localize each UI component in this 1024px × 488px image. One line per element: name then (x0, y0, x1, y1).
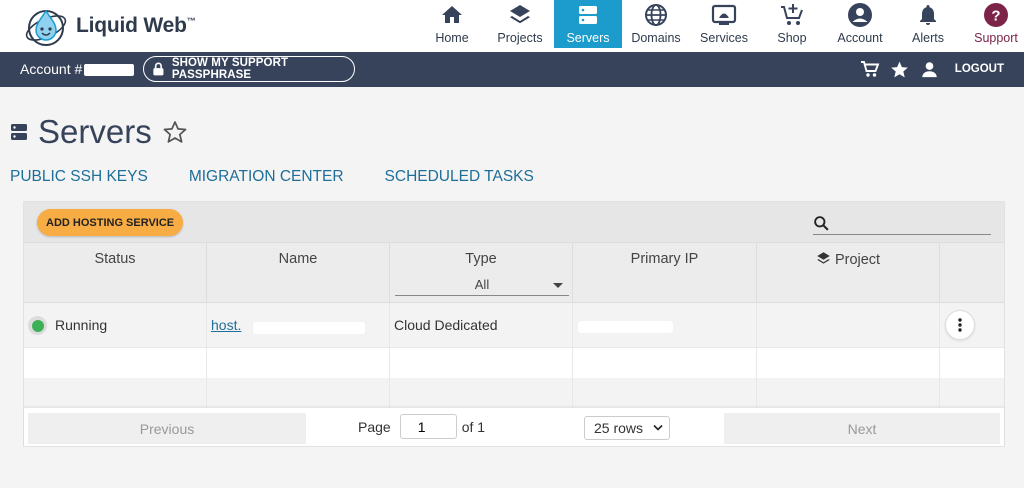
nav-account[interactable]: Account (826, 0, 894, 48)
search-box (813, 213, 991, 235)
column-name[interactable]: Name (207, 243, 390, 302)
logout-link[interactable]: LOGOUT (955, 63, 1004, 75)
nav-domains[interactable]: Domains (622, 0, 690, 48)
add-hosting-service-button[interactable]: ADD HOSTING SERVICE (37, 209, 184, 236)
column-project-label: Project (834, 252, 881, 268)
favorites-star-icon[interactable] (889, 58, 911, 80)
table-row[interactable]: Running host. Cloud Dedicated (24, 303, 1004, 348)
nav-domains-label: Domains (631, 31, 681, 45)
primary-ip-redacted (578, 321, 673, 333)
home-icon (439, 2, 465, 28)
bell-icon (915, 2, 941, 28)
cell-project (757, 303, 940, 347)
previous-page-button[interactable]: Previous (28, 413, 306, 444)
show-passphrase-button[interactable]: SHOW MY SUPPORT PASSPHRASE (143, 56, 355, 82)
status-text: Running (55, 317, 108, 333)
search-icon (814, 216, 829, 231)
servers-table-panel: ADD HOSTING SERVICE Status Name Type All… (23, 201, 1005, 447)
nav-shop[interactable]: Shop (758, 0, 826, 48)
liquid-web-logo-icon (25, 9, 67, 46)
brand-logo[interactable]: Liquid Web™ (22, 4, 196, 48)
account-actions: LOGOUT (851, 58, 1004, 80)
column-status[interactable]: Status (24, 243, 207, 302)
subnav-migration-center[interactable]: MIGRATION CENTER (189, 168, 344, 186)
nav-home-label: Home (435, 31, 469, 45)
user-icon[interactable] (919, 58, 941, 80)
nav-account-label: Account (837, 31, 883, 45)
pagination: Previous Page of 1 25 rows Next (24, 407, 1004, 446)
account-number-redacted (84, 64, 134, 76)
table-header: Status Name Type All Primary IP Project (24, 242, 1004, 303)
cart-icon[interactable] (859, 58, 881, 80)
next-page-button[interactable]: Next (724, 413, 1000, 444)
row-actions-button[interactable] (945, 310, 975, 340)
page-label: Page (358, 418, 391, 435)
status-running-icon (28, 316, 47, 335)
caret-down-icon (553, 283, 563, 288)
page-number-input[interactable] (399, 414, 457, 439)
nav-services-label: Services (700, 31, 748, 45)
rows-per-page-value: 25 rows (594, 420, 644, 436)
cell-type: Cloud Dedicated (390, 303, 573, 347)
lock-icon (153, 62, 164, 76)
column-primary-ip[interactable]: Primary IP (573, 243, 757, 302)
page-total: of 1 (461, 418, 486, 435)
subnav-public-ssh-keys[interactable]: PUBLIC SSH KEYS (10, 168, 148, 186)
nav-services[interactable]: Services (690, 0, 758, 48)
server-subnav: PUBLIC SSH KEYS MIGRATION CENTER SCHEDUL… (10, 168, 575, 186)
cart-plus-icon (779, 2, 805, 28)
server-name-redacted (253, 322, 365, 334)
nav-projects[interactable]: Projects (486, 0, 554, 48)
more-vertical-icon (958, 318, 962, 332)
layers-icon (817, 252, 830, 264)
account-bar: Account # SHOW MY SUPPORT PASSPHRASE LOG… (0, 52, 1024, 87)
show-passphrase-label: SHOW MY SUPPORT PASSPHRASE (171, 57, 289, 81)
column-type: Type All (390, 243, 573, 302)
top-navigation: Liquid Web™ Home Projects Servers Domain… (0, 0, 1024, 52)
cell-primary-ip (573, 303, 757, 347)
cell-actions (940, 303, 1004, 347)
server-icon (575, 2, 601, 28)
svg-text:?: ? (991, 8, 1000, 25)
nav-support[interactable]: ? Support (962, 0, 1024, 48)
type-filter-value: All (474, 277, 490, 292)
page-title: Servers (38, 113, 152, 150)
nav-shop-label: Shop (777, 31, 807, 45)
cell-status: Running (24, 303, 207, 347)
nav-alerts-label: Alerts (912, 31, 944, 45)
nav-home[interactable]: Home (418, 0, 486, 48)
type-filter-select[interactable]: All (395, 274, 569, 296)
nav-projects-label: Projects (497, 31, 543, 45)
table-row-empty (24, 378, 1004, 407)
search-input[interactable] (836, 213, 986, 234)
column-project[interactable]: Project (757, 243, 940, 302)
chevron-down-icon (653, 424, 663, 431)
cell-name: host. (207, 303, 390, 347)
layers-icon (507, 2, 533, 28)
account-number-label: Account # (20, 61, 83, 77)
column-actions (940, 243, 1004, 302)
monitor-icon (711, 2, 737, 28)
subnav-scheduled-tasks[interactable]: SCHEDULED TASKS (385, 168, 534, 186)
main-nav: Home Projects Servers Domains Services S… (418, 0, 1024, 52)
rows-per-page-select[interactable]: 25 rows (584, 416, 670, 440)
favorite-star-outline-icon[interactable] (162, 119, 188, 145)
column-type-label[interactable]: Type (465, 251, 496, 267)
help-circle-icon: ? (983, 2, 1009, 28)
globe-icon (643, 2, 669, 28)
server-name-link[interactable]: host. (211, 317, 241, 333)
nav-servers[interactable]: Servers (554, 0, 622, 48)
table-toolbar: ADD HOSTING SERVICE (24, 202, 1004, 242)
nav-support-label: Support (974, 31, 1018, 45)
table-row-empty (24, 348, 1004, 378)
nav-alerts[interactable]: Alerts (894, 0, 962, 48)
nav-servers-label: Servers (566, 31, 610, 45)
page-indicator: Page of 1 (358, 414, 485, 439)
server-icon (11, 124, 27, 140)
brand-name: Liquid Web™ (76, 14, 196, 37)
server-type: Cloud Dedicated (394, 317, 498, 333)
page-header: Servers (10, 112, 188, 152)
account-circle-icon (847, 2, 873, 28)
